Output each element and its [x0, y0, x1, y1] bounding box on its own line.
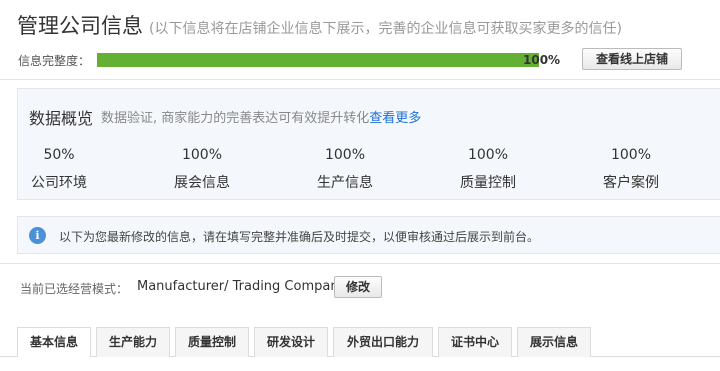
notice-message: 以下为您最新修改的信息，请在填写完整并准确后及时提交，以便审核通过后展示到前台。	[59, 230, 540, 244]
stat-item: 50% 公司环境	[4, 147, 114, 192]
stat-item: 100% 生产信息	[290, 147, 400, 192]
completeness-progress-fill	[97, 53, 539, 67]
stat-value: 100%	[181, 147, 223, 163]
stat-value: 100%	[324, 147, 366, 163]
stat-label: 展会信息	[174, 175, 230, 191]
stat-value: 50%	[43, 147, 75, 163]
tab-basic-info[interactable]: 基本信息	[17, 327, 91, 357]
stat-label: 生产信息	[317, 175, 373, 191]
completeness-progress-bar	[97, 53, 539, 67]
overview-title: 数据概览	[29, 109, 94, 128]
stat-label: 客户案例	[603, 175, 659, 191]
view-more-link[interactable]: 查看更多	[369, 111, 421, 126]
divider	[0, 263, 720, 264]
page-header: 管理公司信息 (以下信息将在店铺企业信息下展示，完善的企业信息可获取买家更多的信任…	[17, 10, 622, 40]
edit-business-mode-button[interactable]: 修改	[334, 276, 382, 298]
info-tabs: 基本信息 生产能力 质量控制 研发设计 外贸出口能力 证书中心 展示信息	[17, 327, 720, 357]
data-overview-panel: 数据概览 数据验证, 商家能力的完善表达可有效提升转化查看更多 50% 公司环境…	[17, 88, 720, 200]
stat-label: 质量控制	[460, 175, 516, 191]
business-mode-value: Manufacturer/ Trading Company	[137, 279, 347, 294]
tab-certificate-center[interactable]: 证书中心	[438, 327, 512, 357]
stat-item: 100% 展会信息	[147, 147, 257, 192]
tab-quality-control[interactable]: 质量控制	[175, 327, 249, 357]
overview-description-text: 数据验证, 商家能力的完善表达可有效提升转化	[101, 111, 370, 126]
stat-item: 100% 客户案例	[576, 147, 686, 192]
completeness-row: 信息完整度： 100% 查看线上店铺	[18, 48, 718, 70]
tab-rnd-design[interactable]: 研发设计	[254, 327, 328, 357]
divider	[0, 79, 720, 80]
update-notice: i 以下为您最新修改的信息，请在填写完整并准确后及时提交，以便审核通过后展示到前…	[17, 216, 720, 254]
info-icon: i	[29, 227, 46, 244]
page-title: 管理公司信息	[17, 14, 143, 38]
business-mode-label: 当前已选经营模式：	[20, 282, 129, 296]
tab-display-info[interactable]: 展示信息	[517, 327, 591, 357]
stat-label: 公司环境	[31, 175, 87, 191]
overview-description: 数据验证, 商家能力的完善表达可有效提升转化查看更多	[101, 107, 421, 126]
view-store-button[interactable]: 查看线上店铺	[582, 48, 682, 70]
completeness-percent: 100%	[523, 53, 561, 67]
stat-item: 100% 质量控制	[433, 147, 543, 192]
completeness-label: 信息完整度：	[18, 54, 91, 68]
tab-production-capacity[interactable]: 生产能力	[96, 327, 170, 357]
stat-value: 100%	[467, 147, 509, 163]
stat-value: 100%	[610, 147, 652, 163]
tab-export-capacity[interactable]: 外贸出口能力	[333, 327, 433, 357]
page-subtitle: (以下信息将在店铺企业信息下展示，完善的企业信息可获取买家更多的信任)	[149, 21, 622, 37]
